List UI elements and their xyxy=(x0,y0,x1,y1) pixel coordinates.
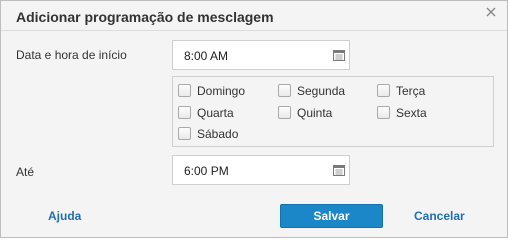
dialog-title: Adicionar programação de mesclagem xyxy=(16,9,274,25)
day-label: Domingo xyxy=(197,84,246,98)
day-checkbox[interactable] xyxy=(377,106,390,119)
cancel-link[interactable]: Cancelar xyxy=(414,209,465,223)
day-label: Sexta xyxy=(396,106,427,120)
merge-schedule-dialog: Adicionar programação de mesclagem Data … xyxy=(0,0,508,238)
day-label: Sábado xyxy=(197,127,239,141)
calendar-icon[interactable] xyxy=(333,49,345,61)
close-icon[interactable] xyxy=(483,4,499,20)
day-checkbox[interactable] xyxy=(278,106,291,119)
day-checkbox[interactable] xyxy=(377,84,390,97)
day-label: Quarta xyxy=(197,106,234,120)
help-link[interactable]: Ajuda xyxy=(48,209,81,223)
end-datetime-value: 6:00 PM xyxy=(184,164,229,178)
end-datetime-field[interactable]: 6:00 PM xyxy=(172,155,350,185)
start-datetime-field[interactable]: 8:00 AM xyxy=(172,40,350,70)
dialog-title-bar: Adicionar programação de mesclagem xyxy=(1,1,507,31)
save-button[interactable]: Salvar xyxy=(280,204,383,228)
day-checkbox[interactable] xyxy=(178,84,191,97)
day-label: Segunda xyxy=(297,84,346,98)
end-datetime-label: Até xyxy=(16,165,35,179)
weekdays-group: Domingo Segunda Terça Quarta Quinta Sext… xyxy=(172,76,494,147)
day-checkbox[interactable] xyxy=(178,106,191,119)
day-label: Terça xyxy=(396,84,426,98)
day-checkbox[interactable] xyxy=(278,84,291,97)
start-datetime-label: Data e hora de início xyxy=(16,48,127,62)
start-datetime-value: 8:00 AM xyxy=(184,49,229,63)
calendar-icon[interactable] xyxy=(333,164,345,176)
day-checkbox[interactable] xyxy=(178,127,191,140)
day-label: Quinta xyxy=(297,106,333,120)
